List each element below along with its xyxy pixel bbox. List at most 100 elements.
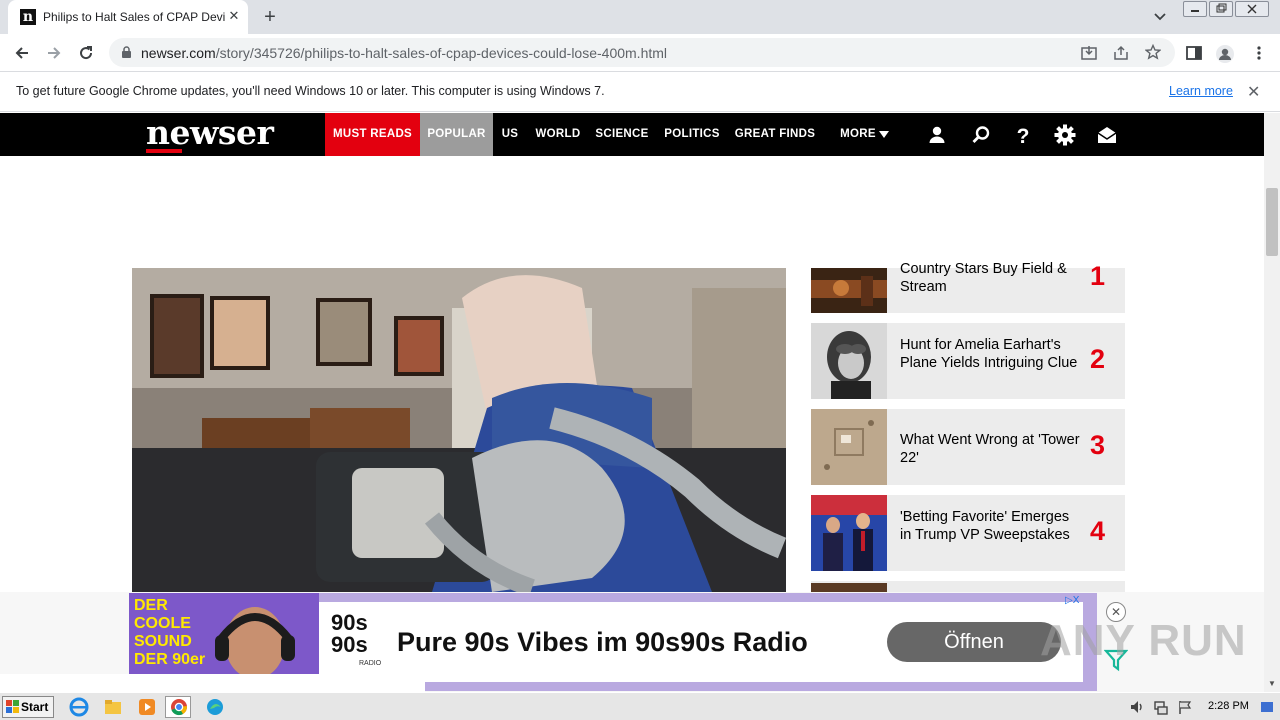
reload-button[interactable]	[73, 40, 99, 66]
site-favicon: n	[20, 9, 36, 25]
popular-item-2[interactable]: Hunt for Amelia Earhart's Plane Yields I…	[811, 323, 1125, 399]
forward-arrow-icon	[48, 47, 61, 59]
show-desktop-icon[interactable]	[1259, 699, 1275, 715]
popular-thumb-3	[811, 409, 887, 485]
help-icon[interactable]: ?	[1012, 124, 1034, 146]
popular-rank-2: 2	[1090, 344, 1106, 374]
popular-rank-4: 4	[1090, 516, 1106, 546]
nav-popular[interactable]: POPULAR	[420, 113, 493, 156]
url-host: newser.com	[141, 45, 216, 61]
menu-button[interactable]	[1246, 40, 1272, 66]
article-hero-image[interactable]	[132, 268, 786, 592]
popular-title-1: Country Stars Buy Field & Stream	[900, 261, 1067, 295]
scroll-down-arrow-icon[interactable]: ▼	[1268, 679, 1276, 688]
popular-thumb-5	[811, 581, 887, 592]
volume-icon[interactable]	[1129, 699, 1145, 715]
popular-item-1[interactable]: Country Stars Buy Field & Stream 1	[811, 261, 1125, 313]
profile-icon	[1216, 45, 1234, 63]
scrollbar-thumb[interactable]	[1266, 188, 1278, 256]
popular-thumb-4	[811, 495, 887, 571]
page-scrollbar[interactable]: ▼	[1264, 113, 1280, 692]
ad-open-button[interactable]: Öffnen	[887, 622, 1061, 662]
popular-title-2: Hunt for Amelia Earhart's Plane Yields I…	[900, 337, 1078, 371]
start-label: Start	[21, 700, 49, 714]
action-center-flag-icon[interactable]	[1177, 699, 1193, 715]
caret-down-icon[interactable]	[879, 131, 889, 139]
nav-science[interactable]: SCIENCE	[594, 113, 650, 156]
edge-icon[interactable]	[204, 696, 226, 718]
install-icon[interactable]	[1081, 45, 1097, 61]
infobar-close-icon[interactable]: ✕	[1247, 82, 1260, 102]
url-path: /story/345726/philips-to-halt-sales-of-c…	[215, 45, 668, 61]
cpap-photo	[132, 268, 786, 592]
user-icon[interactable]	[926, 124, 948, 146]
back-button[interactable]	[9, 40, 35, 66]
tab-title: Philips to Halt Sales of CPAP Devices	[43, 10, 225, 24]
new-tab-button[interactable]: +	[258, 5, 282, 29]
address-bar[interactable]: newser.com/story/345726/philips-to-halt-…	[109, 38, 1175, 67]
nav-more[interactable]: MORE	[838, 113, 878, 156]
popular-rank-1: 1	[1090, 261, 1106, 291]
svg-text:?: ?	[1017, 125, 1030, 146]
update-infobar: To get future Google Chrome updates, you…	[0, 72, 1280, 112]
share-icon[interactable]	[1113, 45, 1129, 61]
popular-thumb-1	[811, 268, 887, 313]
anyrun-watermark: ANY RUN	[1040, 616, 1247, 665]
popular-item-4[interactable]: 'Betting Favorite' Emerges in Trump VP S…	[811, 495, 1125, 571]
tab-active[interactable]: n Philips to Halt Sales of CPAP Devices …	[8, 0, 248, 34]
start-button[interactable]: Start	[2, 696, 54, 718]
ad-headline: Pure 90s Vibes im 90s90s Radio	[397, 627, 808, 657]
tab-close-icon[interactable]: ✕	[226, 8, 242, 24]
infobar-message: To get future Google Chrome updates, you…	[16, 84, 605, 98]
restore-button[interactable]	[1209, 1, 1233, 17]
forward-button[interactable]	[41, 40, 67, 66]
back-arrow-icon	[15, 47, 28, 59]
nav-us[interactable]: US	[497, 113, 523, 156]
settings-icon[interactable]	[1054, 124, 1076, 146]
nav-great-finds[interactable]: GREAT FINDS	[734, 113, 816, 156]
logo-underline	[146, 149, 182, 153]
reload-icon	[80, 46, 93, 60]
file-explorer-icon[interactable]	[102, 696, 124, 718]
close-window-button[interactable]	[1235, 1, 1269, 17]
site-navbar: newser MUST READS POPULAR US WORLD SCIEN…	[0, 113, 1264, 156]
page-viewport: newser MUST READS POPULAR US WORLD SCIEN…	[0, 113, 1264, 692]
ad-logo-text: 90s 90s	[331, 610, 368, 657]
network-icon[interactable]	[1153, 699, 1169, 715]
popular-thumb-2	[811, 323, 887, 399]
taskbar-clock[interactable]: 2:28 PM	[1208, 700, 1249, 712]
ad-choices-icon[interactable]: ▷X	[1065, 594, 1095, 608]
page-gap	[0, 674, 425, 692]
nav-politics[interactable]: POLITICS	[662, 113, 722, 156]
profile-button[interactable]	[1212, 40, 1238, 66]
ad-logo-sub: RADIO	[359, 660, 382, 667]
internet-explorer-icon[interactable]	[68, 696, 90, 718]
chevron-down-icon[interactable]	[1151, 9, 1169, 25]
site-logo[interactable]: newser	[146, 115, 274, 151]
chrome-icon	[171, 699, 187, 716]
popular-item-3[interactable]: What Went Wrong at 'Tower 22' 3	[811, 409, 1125, 485]
windows-logo-icon	[6, 700, 19, 713]
ad-card[interactable]: 90s 90s RADIO Pure 90s Vibes im 90s90s R…	[319, 602, 1083, 682]
popular-title-4: 'Betting Favorite' Emerges in Trump VP S…	[900, 509, 1070, 543]
sticky-ad-banner: DER COOLE SOUND DER 90er 90s 90s RADIO P…	[0, 592, 1264, 692]
windows-taskbar: Start 2:28 PM	[0, 692, 1280, 720]
popular-rank-3: 3	[1090, 430, 1106, 460]
media-player-icon[interactable]	[136, 696, 158, 718]
bookmark-star-icon[interactable]	[1145, 44, 1161, 60]
lock-icon	[122, 46, 131, 58]
popular-item-5[interactable]	[811, 581, 1125, 592]
tab-strip: n Philips to Halt Sales of CPAP Devices …	[0, 0, 1280, 34]
kebab-menu-icon	[1257, 46, 1261, 60]
nav-must-reads[interactable]: MUST READS	[325, 113, 420, 156]
nav-world[interactable]: WORLD	[534, 113, 582, 156]
mail-icon[interactable]	[1096, 124, 1118, 146]
popular-title-3: What Went Wrong at 'Tower 22'	[900, 432, 1080, 466]
side-panel-icon	[1186, 46, 1202, 60]
browser-toolbar: newser.com/story/345726/philips-to-halt-…	[0, 34, 1280, 72]
search-icon[interactable]	[970, 124, 992, 146]
side-panel-button[interactable]	[1181, 40, 1207, 66]
minimize-button[interactable]	[1183, 1, 1207, 17]
chrome-taskbar-button[interactable]	[165, 696, 191, 718]
learn-more-link[interactable]: Learn more	[1169, 84, 1233, 98]
